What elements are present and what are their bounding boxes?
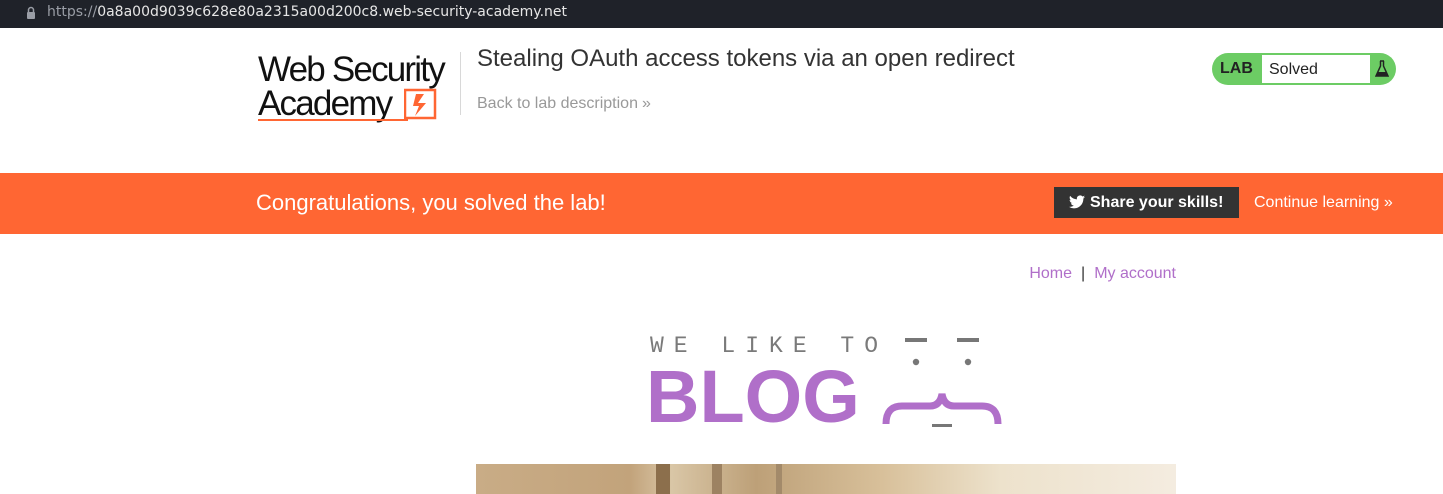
nav-home-link[interactable]: Home [1029,265,1072,282]
lab-status-widget: LAB Solved [1212,53,1396,85]
url-host: 0a8a00d9039c628e80a2315a00d200c8.web-sec… [97,4,568,20]
lock-icon [27,6,35,19]
logo-underline [258,119,408,121]
blog-face-icon [882,338,1002,427]
chevron-right-icon: » [1383,194,1393,211]
blog-post-image[interactable] [476,464,1176,494]
nav-separator: | [1081,265,1086,282]
solved-banner: Congratulations, you solved the lab! Sha… [0,173,1443,234]
back-link-label: Back to lab description [477,95,638,112]
share-your-skills-button[interactable]: Share your skills! [1054,187,1239,218]
back-to-lab-description-link[interactable]: Back to lab description» [477,95,651,113]
image-detail [776,464,782,494]
chevron-right-icon: » [641,95,651,112]
continue-learning-label: Continue learning [1254,194,1380,211]
browser-address-bar[interactable]: https://0a8a00d9039c628e80a2315a00d200c8… [0,0,1443,28]
continue-learning-link[interactable]: Continue learning » [1254,194,1393,212]
lab-status-box: Solved [1261,54,1371,84]
blog-header: WE LIKE TO BLOG [640,330,1020,440]
image-detail [656,464,670,494]
congratulations-message: Congratulations, you solved the lab! [256,190,606,215]
url-scheme: https:// [47,4,98,20]
logo-bolt-icon [404,88,437,120]
nav-my-account-link[interactable]: My account [1094,265,1176,282]
blog-title: BLOG [646,355,860,438]
web-security-academy-logo[interactable]: Web Security Academy [258,52,458,128]
lab-status-text: Solved [1269,61,1318,78]
image-detail [712,464,722,494]
share-button-label: Share your skills! [1090,193,1224,211]
logo-text-line2: Academy [258,84,393,123]
twitter-bird-icon [1069,195,1085,209]
site-nav: Home | My account [1029,265,1176,283]
lab-title: Stealing OAuth access tokens via an open… [477,45,1015,72]
flask-icon [1375,60,1389,77]
lab-tag: LAB [1220,60,1253,77]
header-divider [460,52,461,115]
url-text[interactable]: https://0a8a00d9039c628e80a2315a00d200c8… [47,4,567,20]
logo-text-line1: Web Security [258,50,446,89]
